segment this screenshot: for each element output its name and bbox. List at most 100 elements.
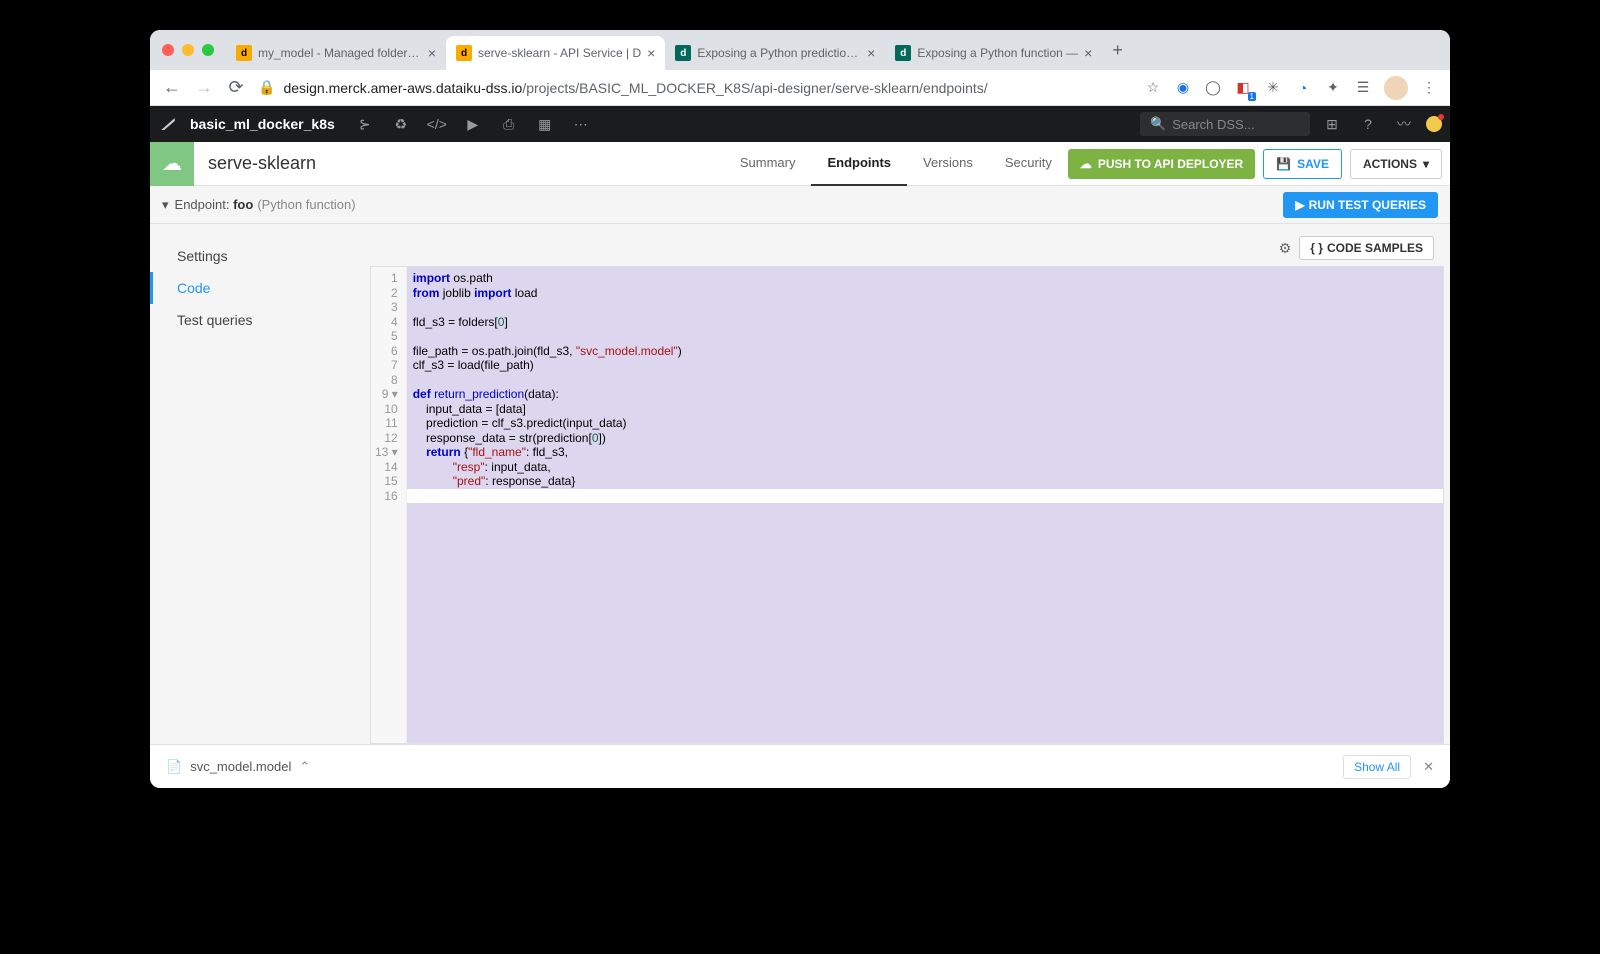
line-number: 4 — [375, 315, 398, 330]
show-all-button[interactable]: Show All — [1343, 755, 1411, 779]
code-icon[interactable]: </> — [423, 110, 451, 138]
browser-tab[interactable]: d my_model - Managed folder | D × — [226, 36, 446, 70]
code-line[interactable]: def return_prediction(data): — [407, 387, 1443, 402]
ext-icon-3[interactable]: ◧1 — [1234, 79, 1252, 97]
push-to-deployer-button[interactable]: ☁ PUSH TO API DEPLOYER — [1068, 149, 1255, 179]
endpoint-caret-icon[interactable]: ▾ — [162, 197, 169, 213]
code-line[interactable] — [407, 373, 1443, 388]
code-line[interactable]: response_data = str(prediction[0]) — [407, 431, 1443, 446]
sidebar: Settings Code Test queries — [150, 224, 370, 744]
code-line[interactable]: file_path = os.path.join(fld_s3, "svc_mo… — [407, 344, 1443, 359]
line-number: 2 — [375, 286, 398, 301]
line-number: 13 ▾ — [375, 445, 398, 460]
code-line[interactable]: import os.path — [407, 271, 1443, 286]
actions-button[interactable]: ACTIONS ▾ — [1350, 149, 1442, 179]
apps-icon[interactable]: ⊞ — [1318, 110, 1346, 138]
window-controls — [162, 44, 214, 56]
code-line[interactable]: return {"fld_name": fld_s3, — [407, 445, 1443, 460]
tab-title: my_model - Managed folder | D — [258, 46, 422, 60]
tab-versions[interactable]: Versions — [907, 142, 989, 186]
gear-icon[interactable]: ⚙ — [1279, 240, 1292, 257]
dss-search[interactable]: 🔍 Search DSS... — [1140, 112, 1310, 136]
dss-top-bar: basic_ml_docker_k8s ⊱ ♻ </> ▶ ⎙ ▦ ⋯ 🔍 Se… — [150, 106, 1450, 142]
line-number: 3 — [375, 300, 398, 315]
code-line[interactable]: input_data = [data] — [407, 402, 1443, 417]
back-button[interactable]: ← — [162, 77, 182, 98]
run-test-queries-button[interactable]: ▶ RUN TEST QUERIES — [1283, 192, 1438, 218]
flow-icon[interactable]: ⊱ — [351, 110, 379, 138]
page-tabs: Summary Endpoints Versions Security — [724, 142, 1068, 186]
tab-title: serve-sklearn - API Service | D — [478, 46, 641, 60]
maximize-window-icon[interactable] — [202, 44, 214, 56]
ext-icon-4[interactable]: ✳ — [1264, 79, 1282, 97]
line-number: 10 — [375, 402, 398, 417]
minimize-window-icon[interactable] — [182, 44, 194, 56]
code-samples-button[interactable]: { } CODE SAMPLES — [1299, 236, 1434, 260]
page-title: serve-sklearn — [208, 153, 724, 174]
tab-security[interactable]: Security — [989, 142, 1068, 186]
dss-logo-icon[interactable] — [158, 114, 178, 134]
activity-icon[interactable]: 〰 — [1390, 110, 1418, 138]
ext-icon-2[interactable]: ◯ — [1204, 79, 1222, 97]
close-window-icon[interactable] — [162, 44, 174, 56]
code-line[interactable]: clf_s3 = load(file_path) — [407, 358, 1443, 373]
code-editor[interactable]: 123456789 ▾10111213 ▾141516 import os.pa… — [370, 266, 1444, 744]
tab-summary[interactable]: Summary — [724, 142, 812, 186]
line-number: 12 — [375, 431, 398, 446]
tab-title: Exposing a Python prediction m — [697, 46, 861, 60]
notification-icon[interactable] — [1426, 116, 1442, 132]
code-content[interactable]: import os.pathfrom joblib import load fl… — [407, 267, 1443, 743]
favicon-icon: d — [895, 45, 911, 61]
browser-tab[interactable]: dExposing a Python function —× — [885, 36, 1102, 70]
code-line[interactable]: fld_s3 = folders[0] — [407, 315, 1443, 330]
code-line[interactable] — [407, 489, 1443, 504]
extensions-icon[interactable]: ✦ — [1324, 79, 1342, 97]
code-line[interactable]: "pred": response_data} — [407, 474, 1443, 489]
url-field[interactable]: 🔒 design.merck.amer-aws.dataiku-dss.io/p… — [258, 79, 1132, 96]
ext-icon-5[interactable]: ◔ — [1294, 79, 1312, 97]
project-name[interactable]: basic_ml_docker_k8s — [190, 116, 335, 132]
dashboard-icon[interactable]: ⎙ — [495, 110, 523, 138]
code-line[interactable] — [407, 329, 1443, 344]
line-number: 16 — [375, 489, 398, 504]
forward-button[interactable]: → — [194, 77, 214, 98]
profile-avatar[interactable] — [1384, 76, 1408, 100]
search-icon: 🔍 — [1150, 116, 1166, 132]
tab-endpoints[interactable]: Endpoints — [811, 142, 907, 186]
chrome-menu-icon[interactable]: ⋮ — [1420, 79, 1438, 97]
grid-icon[interactable]: ▦ — [531, 110, 559, 138]
tab-close-icon[interactable]: × — [867, 45, 875, 61]
line-number: 9 ▾ — [375, 387, 398, 402]
sidebar-item-settings[interactable]: Settings — [150, 240, 370, 272]
code-line[interactable]: prediction = clf_s3.predict(input_data) — [407, 416, 1443, 431]
download-filename[interactable]: svc_model.model — [190, 759, 291, 774]
play-icon: ▶ — [1295, 198, 1304, 212]
braces-icon: { } — [1310, 241, 1323, 255]
sidebar-item-test-queries[interactable]: Test queries — [150, 304, 370, 336]
favicon-icon: d — [236, 45, 252, 61]
chevron-up-icon[interactable]: ⌃ — [299, 759, 310, 775]
more-icon[interactable]: ⋯ — [567, 110, 595, 138]
line-number: 5 — [375, 329, 398, 344]
star-icon[interactable]: ☆ — [1144, 79, 1162, 97]
ext-icon-1[interactable]: ◉ — [1174, 79, 1192, 97]
close-downloads-icon[interactable]: ✕ — [1423, 759, 1434, 775]
code-line[interactable] — [407, 300, 1443, 315]
recycle-icon[interactable]: ♻ — [387, 110, 415, 138]
sidebar-item-code[interactable]: Code — [150, 272, 370, 304]
reload-button[interactable]: ⟳ — [226, 77, 246, 98]
code-line[interactable]: from joblib import load — [407, 286, 1443, 301]
help-icon[interactable]: ? — [1354, 110, 1382, 138]
browser-tab[interactable]: dExposing a Python prediction m× — [665, 36, 885, 70]
reading-list-icon[interactable]: ☰ — [1354, 79, 1372, 97]
play-icon[interactable]: ▶ — [459, 110, 487, 138]
tab-close-icon[interactable]: × — [428, 45, 436, 61]
url-path: /projects/BASIC_ML_DOCKER_K8S/api-design… — [522, 80, 987, 96]
code-line[interactable]: "resp": input_data, — [407, 460, 1443, 475]
tab-close-icon[interactable]: × — [647, 45, 655, 61]
editor-pane: ⚙ { } CODE SAMPLES 123456789 ▾10111213 ▾… — [370, 224, 1450, 744]
save-button[interactable]: 💾 SAVE — [1263, 149, 1342, 179]
tab-close-icon[interactable]: × — [1084, 45, 1092, 61]
browser-tab[interactable]: dserve-sklearn - API Service | D× — [446, 36, 665, 70]
new-tab-button[interactable]: + — [1102, 40, 1133, 61]
